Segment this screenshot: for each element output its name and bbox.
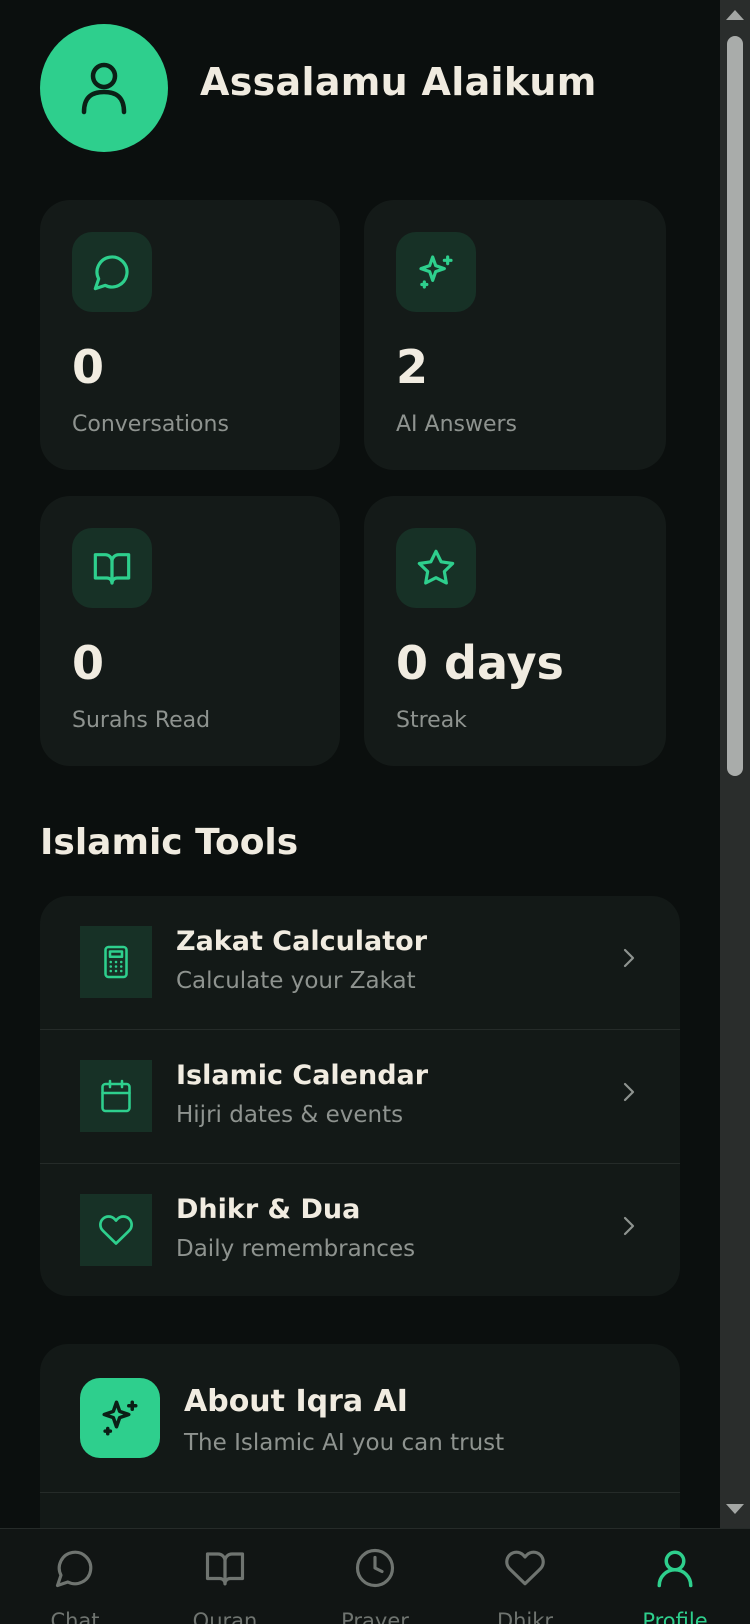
stat-label: AI Answers (396, 412, 518, 437)
clock-icon (355, 1548, 395, 1588)
star-icon (417, 549, 455, 585)
about-title: About Iqra AI (184, 1384, 408, 1419)
chat-bubble-icon (55, 1550, 93, 1588)
scroll-down-arrow-icon[interactable] (726, 1504, 744, 1514)
chevron-right-icon (623, 948, 635, 968)
tool-title: Islamic Calendar (176, 1060, 429, 1091)
tool-subtitle: Daily remembrances (176, 1236, 416, 1262)
nav-label: Profile (642, 1609, 708, 1624)
sparkles-icon (102, 1400, 138, 1436)
user-icon (81, 62, 127, 115)
chevron-right-icon (623, 1082, 635, 1102)
section-title: Islamic Tools (40, 822, 299, 863)
nav-item-prayer[interactable]: Prayer (300, 1529, 450, 1624)
divider (40, 1492, 680, 1493)
vertical-scrollbar[interactable] (720, 0, 750, 1528)
tool-subtitle: Hijri dates & events (176, 1102, 404, 1128)
avatar[interactable] (40, 24, 168, 152)
stat-label: Surahs Read (72, 708, 211, 733)
stat-value: 0 (72, 340, 105, 394)
calculator-icon (104, 945, 128, 979)
bottom-nav: Chat Quran Prayer Dhikr Profile (0, 1528, 750, 1624)
tool-title: Zakat Calculator (176, 926, 428, 957)
tool-row-zakat-calculator[interactable]: Zakat Calculator Calculate your Zakat (40, 896, 680, 1030)
nav-item-chat[interactable]: Chat (0, 1529, 150, 1624)
about-card[interactable]: About Iqra AI The Islamic AI you can tru… (40, 1344, 680, 1528)
tool-row-dhikr-dua[interactable]: Dhikr & Dua Daily remembrances (40, 1164, 680, 1296)
scroll-up-arrow-icon[interactable] (726, 10, 744, 20)
stat-card-surahs-read: 0 Surahs Read (40, 496, 340, 766)
heart-icon (505, 1550, 545, 1586)
greeting-title: Assalamu Alaikum (200, 60, 597, 104)
stat-card-streak: 0 days Streak (364, 496, 666, 766)
tool-row-islamic-calendar[interactable]: Islamic Calendar Hijri dates & events (40, 1030, 680, 1164)
stat-value: 0 (72, 636, 105, 690)
stat-value: 2 (396, 340, 429, 394)
scroll-thumb[interactable] (727, 36, 743, 776)
profile-screen: Assalamu Alaikum 0 Conversations 2 AI An… (0, 0, 720, 1528)
chevron-right-icon (623, 1216, 635, 1236)
calendar-icon (101, 1079, 131, 1113)
heart-icon (99, 1215, 133, 1245)
stat-label: Streak (396, 708, 467, 733)
nav-label: Prayer (341, 1609, 409, 1624)
book-open-icon (205, 1552, 245, 1586)
nav-label: Quran (192, 1609, 258, 1624)
nav-item-dhikr[interactable]: Dhikr (450, 1529, 600, 1624)
nav-item-profile[interactable]: Profile (600, 1529, 750, 1624)
chat-bubble-icon (93, 255, 129, 291)
nav-label: Chat (50, 1609, 100, 1624)
stat-value: 0 days (396, 636, 564, 690)
tool-title: Dhikr & Dua (176, 1194, 361, 1225)
stat-card-ai-answers: 2 AI Answers (364, 200, 666, 470)
nav-item-quran[interactable]: Quran (150, 1529, 300, 1624)
user-icon (657, 1550, 693, 1588)
about-subtitle: The Islamic AI you can trust (184, 1430, 505, 1456)
book-open-icon (93, 553, 131, 585)
sparkles-icon (419, 255, 453, 289)
tools-list: Zakat Calculator Calculate your Zakat Is… (40, 896, 680, 1296)
stat-card-conversations: 0 Conversations (40, 200, 340, 470)
nav-label: Dhikr (496, 1609, 554, 1624)
stat-label: Conversations (72, 412, 229, 437)
tool-subtitle: Calculate your Zakat (176, 968, 416, 994)
